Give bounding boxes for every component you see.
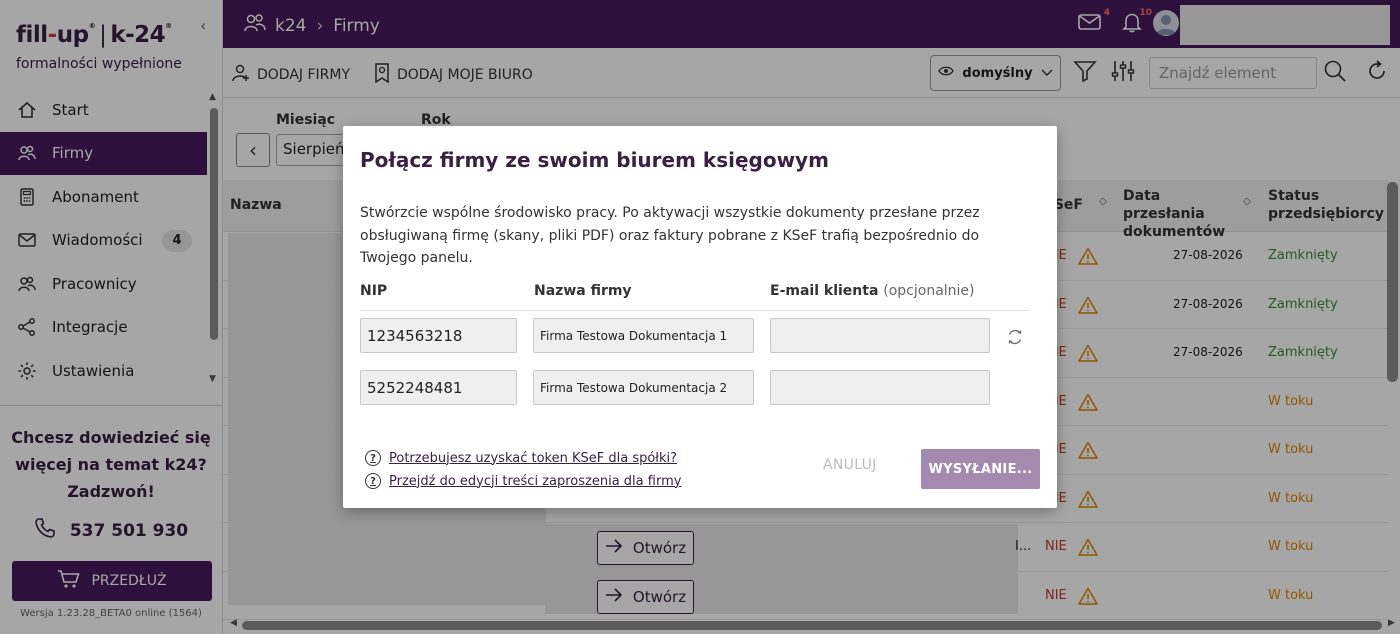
help-icon: ? xyxy=(365,473,381,489)
nip-input[interactable] xyxy=(360,370,517,405)
column-email-label: E-mail klienta (opcjonalnie) xyxy=(770,283,975,299)
column-company-name-label: Nazwa firmy xyxy=(534,283,632,299)
connect-companies-dialog: Połącz firmy ze swoim biurem księgowym S… xyxy=(343,126,1057,508)
client-email-input[interactable] xyxy=(770,370,990,405)
edit-invitation-link[interactable]: ? Przejdź do edycji treści zaproszenia d… xyxy=(365,473,681,489)
send-button[interactable]: WYSYŁANIE... xyxy=(921,449,1040,489)
help-icon: ? xyxy=(365,450,381,466)
nip-input[interactable] xyxy=(360,318,517,353)
loading-spinner-icon xyxy=(1005,327,1025,347)
ksef-token-help-link[interactable]: ? Potrzebujesz uzyskać token KSeF dla sp… xyxy=(365,450,677,466)
column-nip-label: NIP xyxy=(360,283,388,299)
divider xyxy=(360,310,1030,311)
dialog-description: Stwórzcie wspólne środowisko pracy. Po a… xyxy=(360,205,980,266)
company-name-input[interactable] xyxy=(533,318,754,353)
cancel-button[interactable]: ANULUJ xyxy=(823,457,877,473)
company-name-input[interactable] xyxy=(533,370,754,405)
client-email-input[interactable] xyxy=(770,318,990,353)
dialog-title: Połącz firmy ze swoim biurem księgowym xyxy=(360,148,829,172)
